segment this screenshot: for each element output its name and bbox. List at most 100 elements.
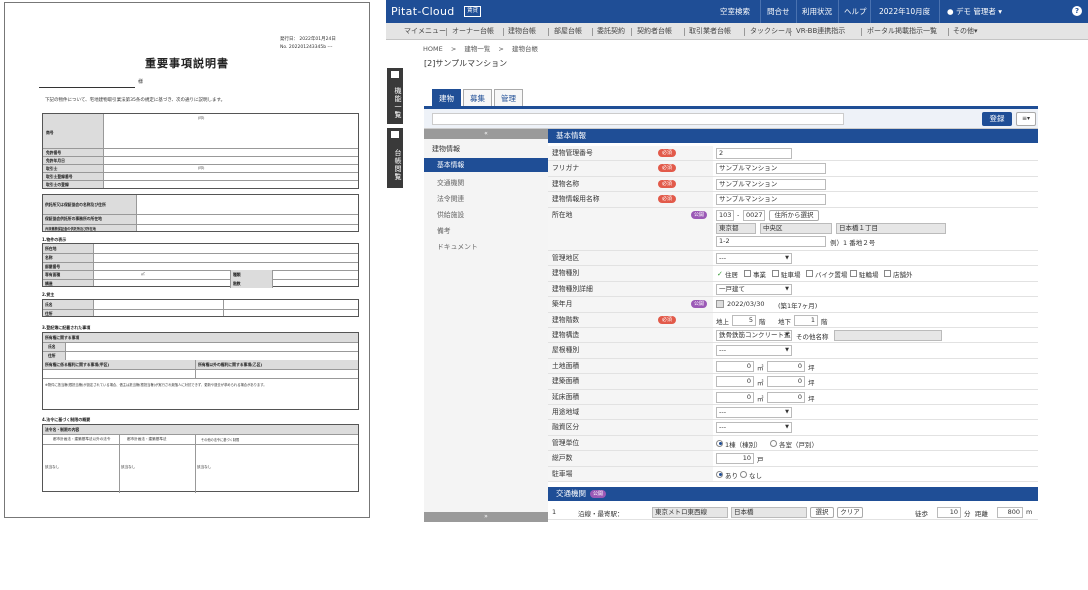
checkbox-shop[interactable] [884, 270, 891, 278]
tab-recruit[interactable]: 募集 [463, 89, 492, 106]
side-tab-ledger[interactable]: 台帳閲覧 [387, 128, 403, 188]
breadcrumb-building-list[interactable]: 建物一覧 [464, 45, 490, 53]
city-field: 中央区 [760, 222, 832, 234]
menu-room[interactable]: 部屋台帳 [554, 26, 582, 36]
nav-user-menu[interactable]: ● デモ 管理者 ▾ [947, 6, 1002, 17]
user-icon: ● [947, 7, 954, 16]
menu-building[interactable]: 建物台帳 [508, 26, 536, 36]
loan-select[interactable]: --- ▼ [716, 422, 792, 434]
required-badge: 必須 [658, 179, 676, 188]
floors-above-input[interactable]: 5 [732, 314, 756, 326]
caret-down-icon: ▼ [785, 285, 789, 292]
toolbar-input[interactable] [432, 113, 844, 125]
radio-per-building[interactable] [716, 439, 723, 447]
checkbox-parking[interactable] [772, 270, 779, 278]
menu-agent[interactable]: 取引業者台帳 [689, 26, 731, 36]
public-badge: 公開 [691, 210, 707, 219]
caret-down-icon: ▼ [785, 332, 789, 338]
doc-law-table: 法令名・制限の内容 都市計画法・建築基準法以外の法令 都市計画法・建築基準法 そ… [42, 424, 359, 493]
lnav-law[interactable]: 法令関連 [424, 192, 548, 206]
floor-area-sqm-input[interactable]: 0 [716, 391, 754, 403]
line-field: 東京メトロ東西線 [652, 507, 728, 518]
pref-field: 東京都 [716, 222, 756, 234]
nav-period[interactable]: 2022年10月度 [879, 6, 930, 17]
roof-select[interactable]: --- ▼ [716, 345, 792, 357]
lnav-basic[interactable]: 基本情報 [424, 158, 548, 172]
display-name-input[interactable]: サンプルマンション [716, 194, 826, 206]
menu-contractor[interactable]: 契約者台帳 [637, 26, 672, 36]
structure-other-field [834, 330, 942, 341]
land-area-tsubo-input[interactable]: 0 [767, 360, 805, 372]
row-roof: 屋根種別 --- ▼ [548, 343, 1038, 359]
nav-help[interactable]: ヘルプ [844, 6, 867, 17]
caret-down-icon: ▾ [974, 27, 978, 35]
doc-lessor-table: 氏名 住所 [42, 299, 359, 317]
tab-manage[interactable]: 管理 [494, 89, 523, 106]
floors-below-input[interactable]: 1 [794, 314, 818, 326]
checkbox-business[interactable] [744, 270, 751, 278]
checkbox-bike[interactable] [806, 270, 813, 278]
row-zoning: 用途地域 --- ▼ [548, 405, 1038, 421]
nav-vacancy-search[interactable]: 空室検索 [720, 6, 750, 17]
row-area: 管理地区 --- ▼ [548, 251, 1038, 267]
menu-bar: マイメニュー オーナー台帳 建物台帳 部屋台帳 委託契約 契約者台帳 取引業者台… [386, 23, 1088, 40]
menu-other[interactable]: その他▾ [953, 26, 978, 36]
radio-per-room[interactable] [770, 439, 777, 447]
zip2-input[interactable]: 0027 [743, 209, 765, 221]
help-icon[interactable]: ? [1072, 6, 1082, 16]
nav-usage[interactable]: 利用状況 [802, 6, 832, 17]
breadcrumb-current: 建物台帳 [511, 45, 538, 53]
lnav-heading: 建物情報 [432, 145, 460, 153]
register-button[interactable]: 登録 [982, 112, 1012, 126]
doc-addressee-line [39, 78, 135, 88]
name-input[interactable]: サンプルマンション [716, 178, 826, 190]
collapse-down-icon[interactable]: » [424, 512, 548, 522]
zip-select-button[interactable]: 住所から選択 [769, 209, 819, 221]
app-logo[interactable]: Pitat-Cloud [391, 5, 455, 18]
lnav-document[interactable]: ドキュメント [424, 240, 548, 254]
furigana-input[interactable]: サンプルマンション [716, 163, 826, 175]
station-select-button[interactable]: 選択 [810, 507, 834, 518]
row-building-area: 建築面積 0 ㎡ 0 坪 [548, 374, 1038, 390]
breadcrumb-home[interactable]: HOME [423, 45, 443, 53]
menu-mymenu[interactable]: マイメニュー [404, 26, 446, 36]
calendar-icon[interactable] [716, 300, 724, 309]
zoning-select[interactable]: --- ▼ [716, 407, 792, 418]
building-area-tsubo-input[interactable]: 0 [767, 376, 805, 388]
lnav-transport[interactable]: 交通機関 [424, 176, 548, 190]
households-input[interactable]: 10 [716, 453, 754, 465]
walk-minutes-input[interactable]: 10 [937, 507, 961, 518]
row-name: 建物名称 必須 サンプルマンション [548, 176, 1038, 193]
nav-inquiry[interactable]: 問合せ [767, 6, 790, 17]
doc-license-table: 商号 免許番号 免許年月日 取引士 取引士登録番号 取引士の登録 (印) (印) [42, 113, 359, 189]
side-tab-functions[interactable]: 機能一覧 [387, 68, 403, 124]
menu-owner[interactable]: オーナー台帳 [452, 26, 494, 36]
type-detail-select[interactable]: 一戸建て ▼ [716, 283, 792, 295]
menu-portal[interactable]: ポータル掲載指示一覧 [867, 26, 937, 36]
floor-area-tsubo-input[interactable]: 0 [767, 391, 805, 403]
structure-select[interactable]: 鉄骨鉄筋コンクリート造 ▼ [716, 330, 792, 341]
more-menu-button[interactable]: ≡▾ [1016, 112, 1036, 126]
address-detail-input[interactable]: 1-2 [716, 235, 826, 247]
radio-parking-no[interactable] [740, 470, 747, 478]
built-date[interactable]: 2022/03/30 [727, 300, 764, 308]
collapse-up-icon[interactable]: « [424, 129, 548, 139]
station-clear-button[interactable]: クリア [837, 507, 863, 518]
distance-input[interactable]: 800 [997, 507, 1023, 518]
menu-vrbb[interactable]: VR-BB連携指示 [796, 26, 845, 36]
doc-registry-table: 所有権に関する事項 氏名 住所 所有権に係る権利に関する事項(甲区) 所有権以外… [42, 332, 359, 410]
tab-building[interactable]: 建物 [432, 89, 461, 106]
zip1-input[interactable]: 103 [716, 209, 734, 221]
checkbox-bicycle[interactable] [850, 270, 857, 278]
logo-badge: 賃貸 [464, 6, 481, 17]
land-area-sqm-input[interactable]: 0 [716, 360, 754, 372]
radio-parking-yes[interactable] [716, 470, 723, 478]
menu-consign[interactable]: 委託契約 [597, 26, 625, 36]
area-select[interactable]: --- ▼ [716, 253, 792, 264]
building-area-sqm-input[interactable]: 0 [716, 376, 754, 388]
building-no-input[interactable]: 2 [716, 148, 792, 159]
lnav-supply[interactable]: 供給施設 [424, 208, 548, 222]
menu-tack-seal[interactable]: タックシール [750, 26, 792, 36]
lnav-remarks[interactable]: 備考 [424, 224, 548, 238]
checkbox-residential[interactable]: ✓ [716, 270, 723, 278]
